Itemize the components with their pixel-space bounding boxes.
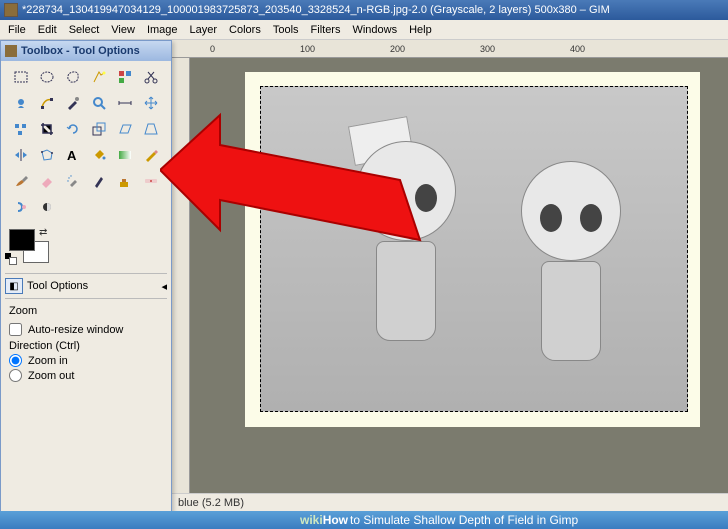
airbrush-icon[interactable] xyxy=(61,169,85,193)
dodge-burn-icon[interactable] xyxy=(35,195,59,219)
ruler-tick: 400 xyxy=(570,44,585,54)
brand-wiki: wiki xyxy=(300,513,323,527)
main-window-titlebar: *228734_130419947034129_100001983725873_… xyxy=(0,0,728,20)
article-title: to Simulate Shallow Depth of Field in Gi… xyxy=(350,513,578,527)
status-text: blue (5.2 MB) xyxy=(178,497,244,509)
gimp-app-icon xyxy=(4,3,18,17)
auto-resize-input[interactable] xyxy=(9,323,22,336)
perspective-icon[interactable] xyxy=(139,117,163,141)
foreground-select-icon[interactable] xyxy=(9,91,33,115)
tab-menu-icon[interactable]: ◂ xyxy=(161,280,167,293)
smudge-icon[interactable] xyxy=(9,195,33,219)
menu-file[interactable]: File xyxy=(2,22,32,38)
free-select-icon[interactable] xyxy=(61,65,85,89)
zoom-icon[interactable] xyxy=(87,91,111,115)
bucket-fill-icon[interactable] xyxy=(87,143,111,167)
blend-icon[interactable] xyxy=(113,143,137,167)
rect-select-icon[interactable] xyxy=(9,65,33,89)
toolbox-titlebar[interactable]: Toolbox - Tool Options xyxy=(1,41,171,61)
zoom-in-radio[interactable]: Zoom in xyxy=(9,354,163,367)
by-color-select-icon[interactable] xyxy=(113,65,137,89)
image-content xyxy=(501,161,641,401)
ruler-tick: 0 xyxy=(210,44,215,54)
divider xyxy=(5,298,167,299)
zoom-in-input[interactable] xyxy=(9,354,22,367)
swap-colors-icon[interactable]: ⇄ xyxy=(39,227,47,238)
default-colors-icon[interactable] xyxy=(5,253,15,263)
tool-options-tab-icon[interactable]: ◧ xyxy=(5,278,23,294)
zoom-out-input[interactable] xyxy=(9,369,22,382)
image-canvas[interactable] xyxy=(260,86,688,412)
ruler-tick: 300 xyxy=(480,44,495,54)
paths-icon[interactable] xyxy=(35,91,59,115)
foreground-color-swatch[interactable] xyxy=(9,229,35,251)
move-icon[interactable] xyxy=(139,91,163,115)
tool-options-panel: Zoom Auto-resize window Direction (Ctrl)… xyxy=(1,301,171,388)
horizontal-ruler: 0 100 200 300 400 xyxy=(172,40,728,58)
color-picker-icon[interactable] xyxy=(61,91,85,115)
ink-icon[interactable] xyxy=(87,169,111,193)
menu-colors[interactable]: Colors xyxy=(223,22,267,38)
heal-icon[interactable] xyxy=(139,169,163,193)
ruler-tick: 100 xyxy=(300,44,315,54)
text-icon[interactable]: A xyxy=(61,143,85,167)
ruler-tick: 200 xyxy=(390,44,405,54)
canvas-area[interactable] xyxy=(190,58,728,511)
zoom-out-label: Zoom out xyxy=(28,370,74,382)
menu-view[interactable]: View xyxy=(105,22,141,38)
rotate-icon[interactable] xyxy=(61,117,85,141)
window-title: *228734_130419947034129_100001983725873_… xyxy=(22,4,610,16)
wikihow-brand: wikiHow xyxy=(300,513,348,527)
pencil-icon[interactable] xyxy=(139,143,163,167)
status-bar: blue (5.2 MB) xyxy=(172,493,728,511)
menu-windows[interactable]: Windows xyxy=(346,22,403,38)
align-icon[interactable] xyxy=(9,117,33,141)
clone-icon[interactable] xyxy=(113,169,137,193)
zoom-out-radio[interactable]: Zoom out xyxy=(9,369,163,382)
eraser-icon[interactable] xyxy=(35,169,59,193)
menu-layer[interactable]: Layer xyxy=(184,22,224,38)
tool-options-tabs: ◧ Tool Options ◂ xyxy=(1,276,171,296)
article-name: Simulate Shallow Depth of Field in Gimp xyxy=(363,513,578,527)
active-tool-name: Zoom xyxy=(9,305,163,317)
ellipse-select-icon[interactable] xyxy=(35,65,59,89)
crop-icon[interactable] xyxy=(35,117,59,141)
scissors-icon[interactable] xyxy=(139,65,163,89)
measure-icon[interactable] xyxy=(113,91,137,115)
direction-label: Direction (Ctrl) xyxy=(9,340,163,352)
menu-help[interactable]: Help xyxy=(403,22,438,38)
tool-options-label: Tool Options xyxy=(27,280,88,292)
auto-resize-checkbox[interactable]: Auto-resize window xyxy=(9,323,163,336)
toolbox-window[interactable]: Toolbox - Tool Options A xyxy=(0,40,172,520)
shear-icon[interactable] xyxy=(113,117,137,141)
color-swatch-area: ⇄ xyxy=(1,223,171,271)
brand-how: How xyxy=(323,513,348,527)
fuzzy-select-icon[interactable] xyxy=(87,65,111,89)
flip-icon[interactable] xyxy=(9,143,33,167)
menu-tools[interactable]: Tools xyxy=(267,22,305,38)
footer-bar: wikiHow to Simulate Shallow Depth of Fie… xyxy=(0,511,728,529)
menu-filters[interactable]: Filters xyxy=(305,22,347,38)
svg-text:A: A xyxy=(67,148,77,163)
paintbrush-icon[interactable] xyxy=(9,169,33,193)
image-content xyxy=(331,141,481,401)
menu-select[interactable]: Select xyxy=(63,22,106,38)
toolbox-icon xyxy=(5,45,17,57)
menu-image[interactable]: Image xyxy=(141,22,184,38)
article-prefix: to xyxy=(350,513,363,527)
auto-resize-label: Auto-resize window xyxy=(28,324,123,336)
zoom-in-label: Zoom in xyxy=(28,355,68,367)
divider xyxy=(5,273,167,274)
cage-icon[interactable] xyxy=(35,143,59,167)
menu-bar: File Edit Select View Image Layer Colors… xyxy=(0,20,728,40)
vertical-ruler xyxy=(172,58,190,511)
tool-grid: A xyxy=(1,61,171,223)
scale-icon[interactable] xyxy=(87,117,111,141)
toolbox-title-text: Toolbox - Tool Options xyxy=(21,45,140,57)
menu-edit[interactable]: Edit xyxy=(32,22,63,38)
